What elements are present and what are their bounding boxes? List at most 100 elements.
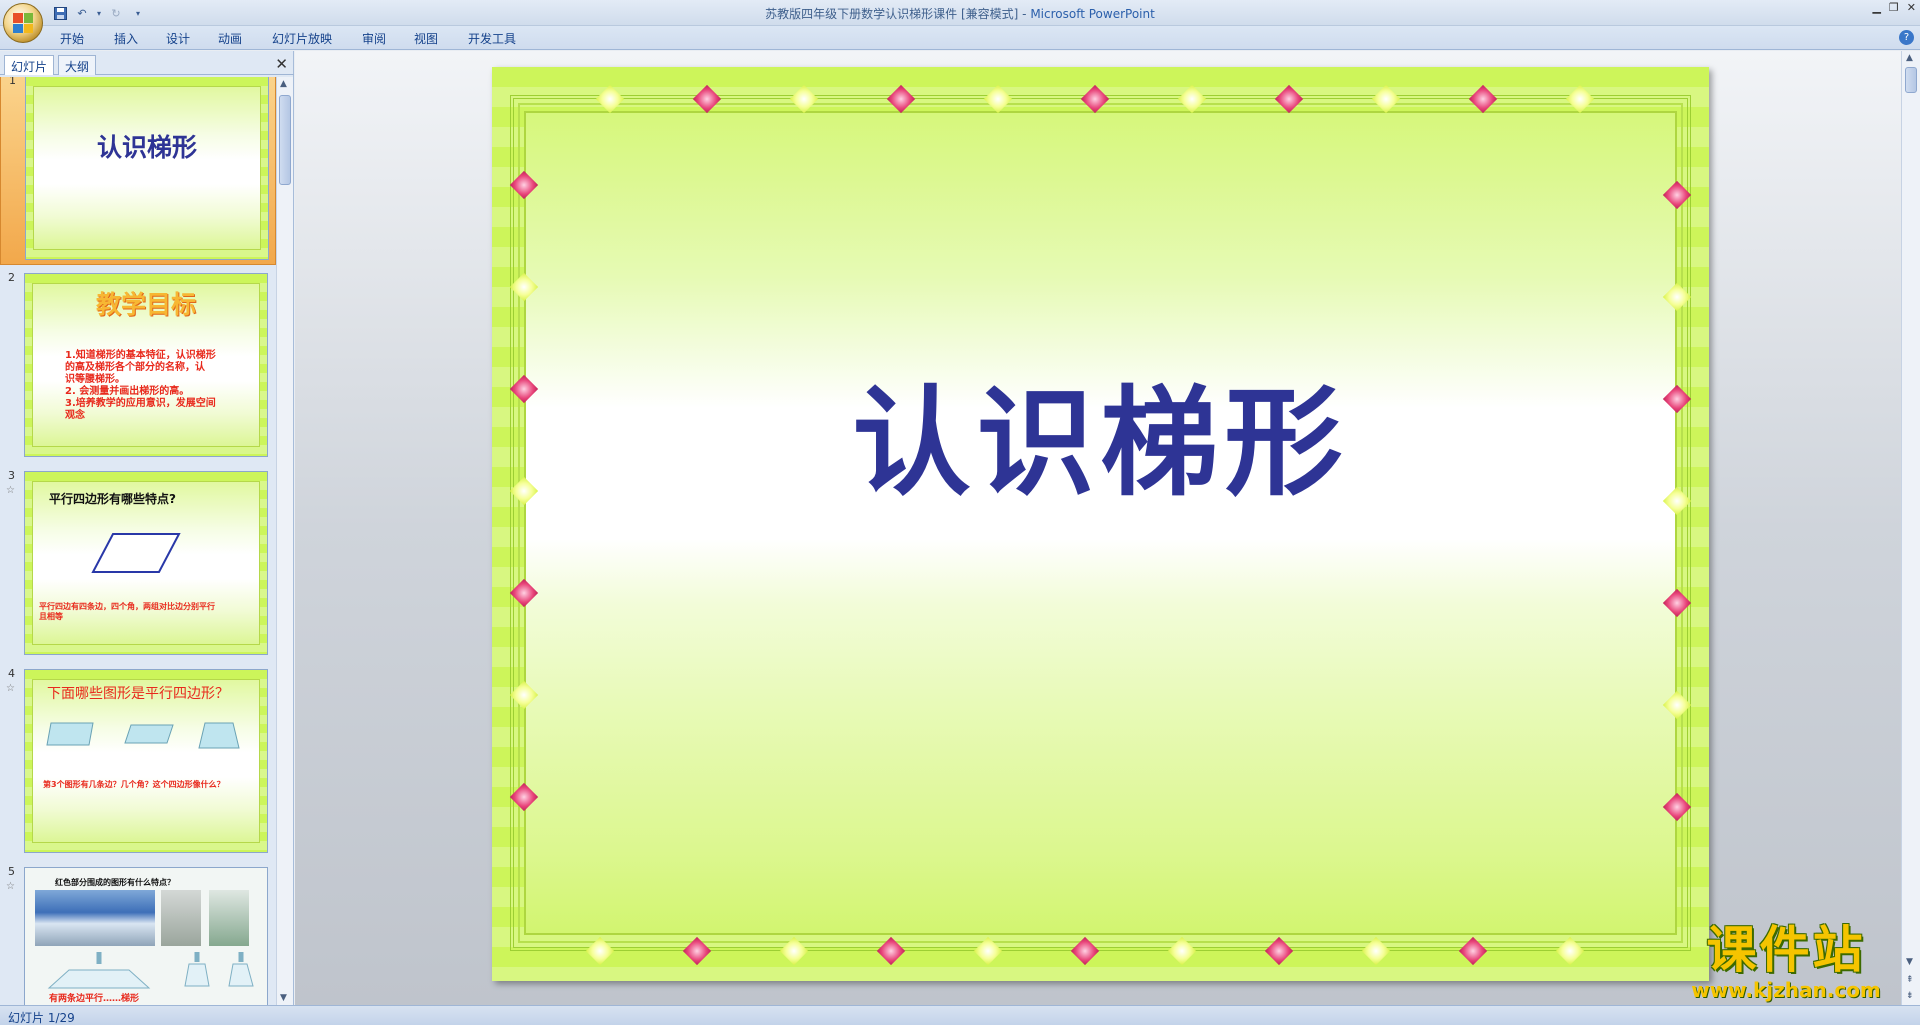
scroll-thumb[interactable] [1905,67,1917,93]
animation-star-icon: ☆ [6,881,15,892]
thumb-body: 有两条边平行……梯形 [49,994,140,1004]
scroll-up-icon[interactable]: ▲ [1906,53,1913,63]
title-bar: ↶ ▾ ↻ ▾ 苏教版四年级下册数学认识梯形课件 [兼容模式] - Micros… [0,0,1920,26]
thumb-body: 1.知道梯形的基本特征，认识梯形 的高及梯形各个部分的名称，认 识等腰梯形。 2… [65,350,216,421]
diamond-ornament-3 [682,936,712,966]
slide-number: 5 [8,865,15,878]
ribbon-tab-bar: 开始 插入 设计 动画 幻灯片放映 审阅 视图 开发工具 ? [0,26,1920,50]
next-slide-icon[interactable]: ⇟ [1906,991,1914,1001]
thumb-body: 平行四边有四条边，四个角，两组对比边分别平行 且相等 [39,602,215,621]
thumb-title: 平行四边形有哪些特点? [49,492,176,506]
help-icon[interactable]: ? [1899,30,1914,45]
tab-view[interactable]: 视图 [414,30,438,47]
current-slide[interactable]: 认识梯形 [492,67,1709,981]
diamond-ornament-9 [973,936,1003,966]
slide-content-area [524,111,1677,935]
thumb-title: 下面哪些图形是平行四边形？ [47,686,229,702]
window-title: 苏教版四年级下册数学认识梯形课件 [兼容模式] - Microsoft Powe… [765,7,1155,21]
office-logo-icon [13,13,33,33]
slide-number: 1 [9,77,16,87]
slide-thumbnail-2[interactable]: 2 教学目标 1.知道梯形的基本特征，认识梯形 的高及梯形各个部分的名称，认 识… [0,267,276,463]
tab-developer[interactable]: 开发工具 [468,30,516,47]
slide-preview-content [33,86,261,250]
photo-ladder-image [161,890,201,946]
tab-review[interactable]: 审阅 [362,30,386,47]
diamond-ornament-10 [1080,84,1110,114]
animation-star-icon: ☆ [6,683,15,694]
tab-slides[interactable]: 幻灯片 [4,55,55,75]
thumb-title: 认识梯形 [96,133,197,162]
slide-number: 2 [8,271,15,284]
tab-slideshow[interactable]: 幻灯片放映 [272,30,332,47]
close-icon[interactable]: ✕ [1907,1,1916,14]
photo-building-image [35,890,155,946]
slide-thumbnail-5[interactable]: 5 ☆ 红色部分围成的图形有什么特点？ 有两条边平行……梯形 [0,861,276,1005]
tab-home[interactable]: 开始 [60,30,84,47]
thumb-title: 教学目标 [95,290,196,319]
slide-thumbnail-4[interactable]: 4 ☆ 下面哪些图形是平行四边形？ 第3个图形有几条边？几个角？这个四边形像什么… [0,663,276,859]
scroll-thumb[interactable] [279,95,291,185]
slide-preview: 认识梯形 [25,77,269,260]
slide-number: 3 [8,469,15,482]
slide-thumbnail-list: 1 认识梯形 2 教学目标 1.知道梯形的基本特征，认识梯形 的高及梯形各个部分… [0,77,276,1005]
diamond-ornament-5 [779,936,809,966]
slide-thumbnail-1[interactable]: 1 认识梯形 [0,77,276,265]
scroll-down-icon[interactable]: ▼ [1906,957,1913,967]
diamond-ornament-20 [1565,84,1595,114]
diamond-ornament-13 [1167,936,1197,966]
diamond-ornament-6 [886,84,916,114]
tab-outline[interactable]: 大纲 [58,55,97,75]
slide-preview: 平行四边形有哪些特点? 平行四边有四条边，四个角，两组对比边分别平行 且相等 [24,471,268,655]
slide-editor-area: 认识梯形 [295,51,1901,1005]
diamond-ornament-12 [1177,84,1207,114]
watermark-text: 课件站 [1706,921,1866,979]
powerpoint-window: ↶ ▾ ↻ ▾ 苏教版四年级下册数学认识梯形课件 [兼容模式] - Micros… [0,0,1920,1025]
previous-slide-icon[interactable]: ⇞ [1906,975,1914,985]
window-controls: ▁ ❐ ✕ [1872,1,1916,14]
thumb-body: 第3个图形有几条边？几个角？这个四边形像什么？ [43,780,225,789]
slide-preview: 教学目标 1.知道梯形的基本特征，认识梯形 的高及梯形各个部分的名称，认 识等腰… [24,273,268,457]
status-bar: 幻灯片 1/29 [0,1005,1920,1025]
slide-preview: 下面哪些图形是平行四边形？ 第3个图形有几条边？几个角？这个四边形像什么？ [24,669,268,853]
office-button[interactable] [3,3,43,43]
diamond-ornament-15 [1264,936,1294,966]
diamond-ornament-18 [1468,84,1498,114]
trapezoid-shapes [47,952,254,989]
parallelogram-shape [91,533,181,573]
diamond-ornament-1 [585,936,615,966]
pane-tab-bar: 幻灯片 大纲 ✕ [0,53,294,75]
diamond-ornament-14 [1274,84,1304,114]
tab-insert[interactable]: 插入 [114,30,138,47]
close-pane-icon[interactable]: ✕ [275,55,288,73]
diamond-ornament-0 [595,84,625,114]
slide-preview: 红色部分围成的图形有什么特点？ 有两条边平行……梯形 [24,867,268,1005]
minimize-icon[interactable]: ▁ [1872,1,1880,14]
animation-star-icon: ☆ [6,485,15,496]
slides-pane: 幻灯片 大纲 ✕ 1 认识梯形 2 教学目标 1.知道梯形的基本特征，认识梯形 … [0,51,294,1005]
watermark-logo: 课件站 www.kjzhan.com [1666,921,1906,1002]
photo-goal-image [209,890,249,946]
diamond-ornament-19 [1458,936,1488,966]
slide-preview-content [32,679,260,843]
quadrilateral-shapes [46,722,240,749]
slide-title[interactable]: 认识梯形 [492,347,1709,518]
tab-animations[interactable]: 动画 [218,30,242,47]
diamond-ornament-7 [876,936,906,966]
watermark-url: www.kjzhan.com [1691,978,1881,1002]
diamond-ornament-17 [1361,936,1391,966]
slide-thumbnail-3[interactable]: 3 ☆ 平行四边形有哪些特点? 平行四边有四条边，四个角，两组对比边分别平行 且… [0,465,276,661]
thumb-title: 红色部分围成的图形有什么特点？ [55,878,175,887]
diamond-ornament-21 [1555,936,1585,966]
diamond-ornament-2 [692,84,722,114]
restore-icon[interactable]: ❐ [1889,1,1899,14]
tab-design[interactable]: 设计 [166,30,190,47]
diamond-ornament-11 [1070,936,1100,966]
document-title: 苏教版四年级下册数学认识梯形课件 [兼容模式] [765,7,1019,21]
scroll-up-icon[interactable]: ▲ [280,79,287,89]
scroll-down-icon[interactable]: ▼ [280,993,287,1003]
editor-scrollbar[interactable]: ▲ ▼ ⇞ ⇟ [1901,51,1920,1005]
diamond-ornament-16 [1371,84,1401,114]
pane-scrollbar[interactable]: ▲ ▼ [276,77,293,1005]
diamond-ornament-8 [983,84,1013,114]
slide-indicator: 幻灯片 1/29 [8,1011,75,1025]
